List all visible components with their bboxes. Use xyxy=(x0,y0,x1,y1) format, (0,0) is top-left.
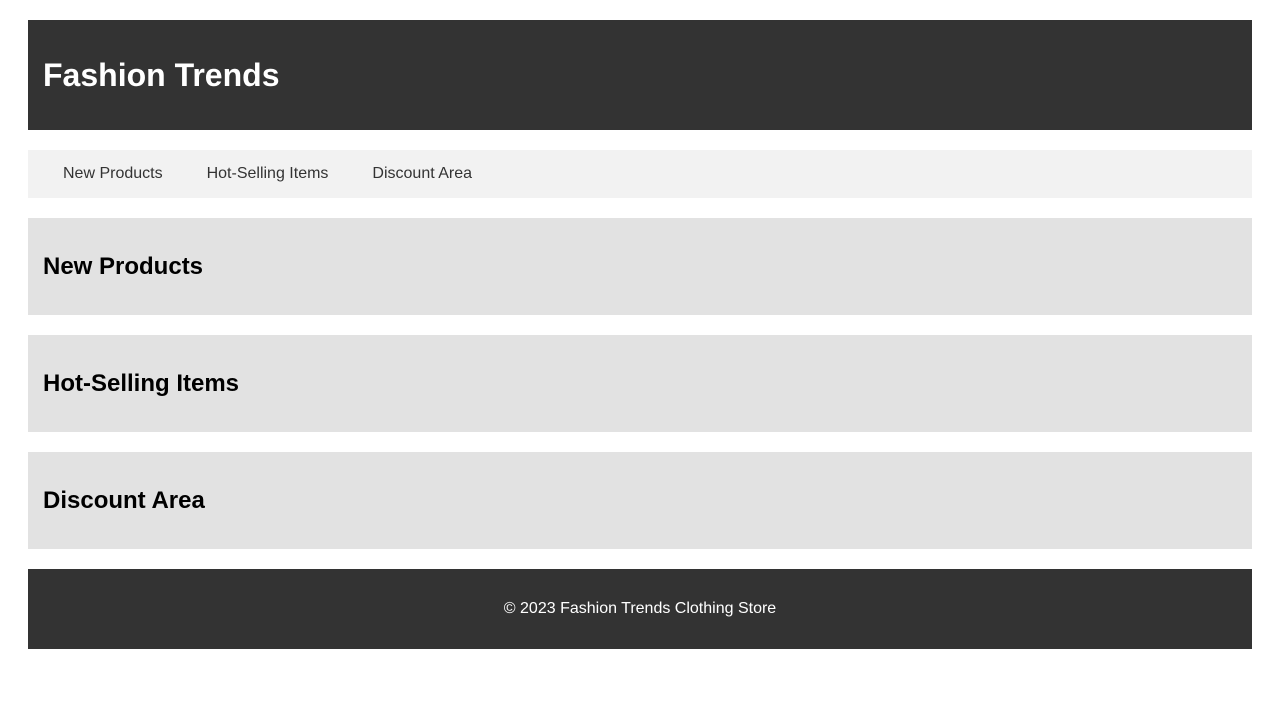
section-discount-area: Discount Area xyxy=(28,452,1252,549)
site-header: Fashion Trends xyxy=(28,20,1252,130)
nav-link-discount-area[interactable]: Discount Area xyxy=(350,150,494,198)
section-title: New Products xyxy=(43,252,204,280)
nav-link-new-products[interactable]: New Products xyxy=(41,150,185,198)
section-hot-selling-items: Hot-Selling Items xyxy=(28,335,1252,432)
site-footer: © 2023 Fashion Trends Clothing Store xyxy=(28,569,1252,649)
footer-copyright: © 2023 Fashion Trends Clothing Store xyxy=(503,600,777,617)
nav-link-hot-selling-items[interactable]: Hot-Selling Items xyxy=(185,150,351,198)
site-title: Fashion Trends xyxy=(43,57,280,93)
page-container: Fashion Trends New Products Hot-Selling … xyxy=(28,20,1252,649)
section-new-products: New Products xyxy=(28,218,1252,315)
main-nav: New Products Hot-Selling Items Discount … xyxy=(28,150,1252,198)
section-title: Discount Area xyxy=(43,486,205,514)
section-title: Hot-Selling Items xyxy=(43,369,240,397)
